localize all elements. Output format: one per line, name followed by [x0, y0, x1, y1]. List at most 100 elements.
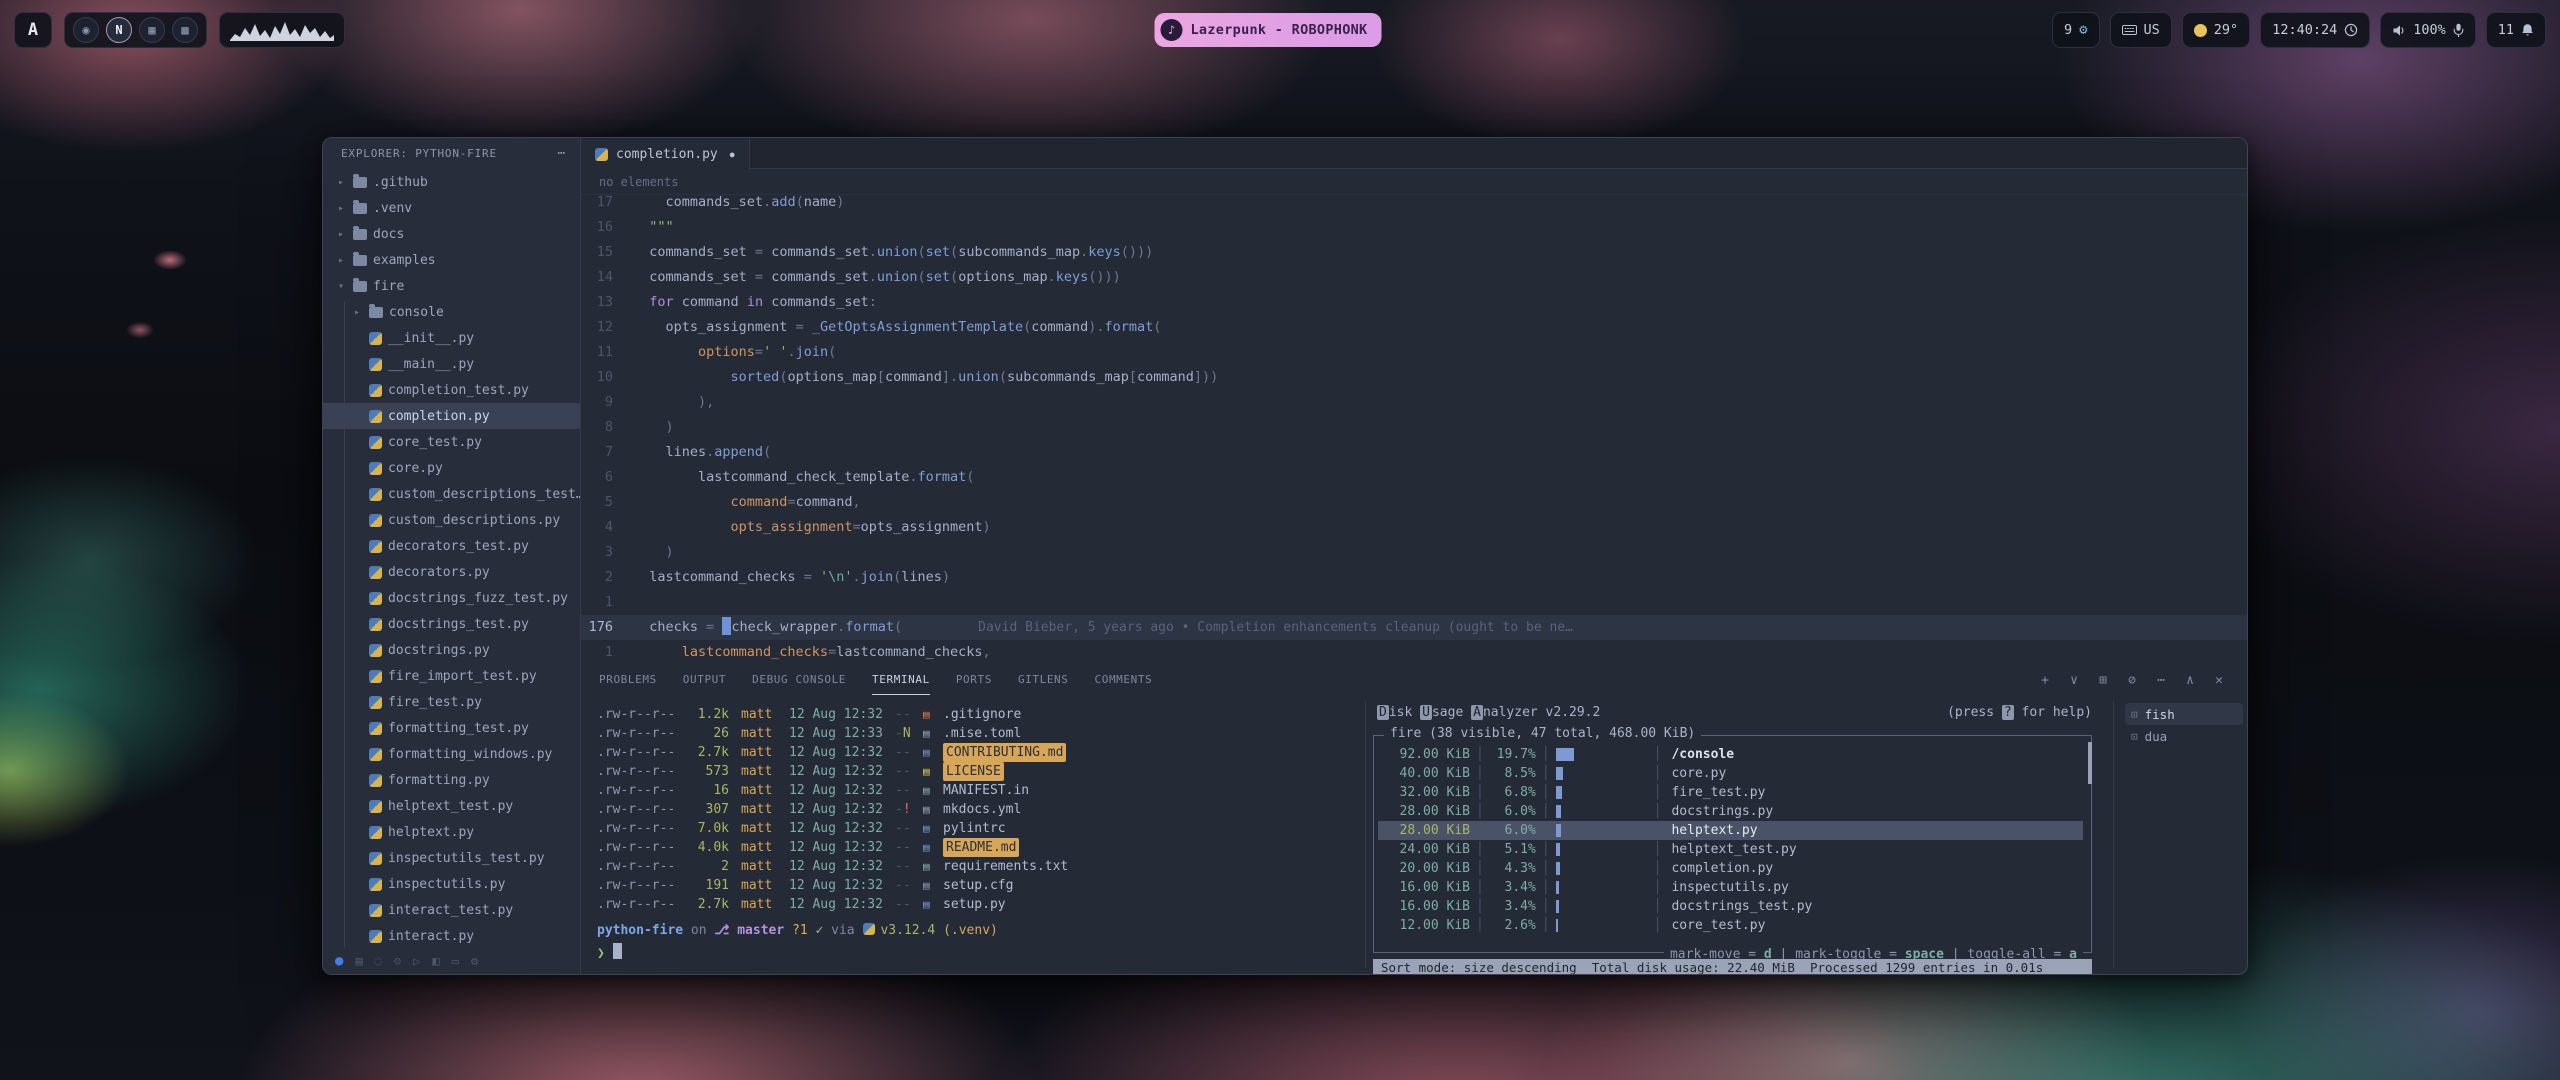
- tree-item-custom_descriptions.py[interactable]: custom_descriptions.py: [323, 507, 580, 533]
- tab-completion-py[interactable]: completion.py ●: [581, 139, 750, 170]
- terminal-instance-fish[interactable]: ⊡fish: [2125, 703, 2243, 725]
- tree-item-console[interactable]: ▸console: [323, 299, 580, 325]
- tree-item-inspectutils.py[interactable]: inspectutils.py: [323, 871, 580, 897]
- workspace-button-1[interactable]: ◉: [73, 17, 99, 43]
- panel-tab-bar: PROBLEMS OUTPUT DEBUG CONSOLE TERMINAL PORTS…: [581, 665, 2247, 695]
- panel-tab-gitlens[interactable]: GITLENS: [1018, 665, 1069, 695]
- keyboard-layout-widget[interactable]: US: [2110, 12, 2172, 48]
- tree-item-docs[interactable]: ▸docs: [323, 221, 580, 247]
- dua-row[interactable]: 16.00 KiB│3.4%││docstrings_test.py: [1378, 897, 2083, 916]
- terminal-icon[interactable]: ▭: [452, 954, 459, 968]
- tree-item-completion_test.py[interactable]: completion_test.py: [323, 377, 580, 403]
- tree-item-.github[interactable]: ▸.github: [323, 169, 580, 195]
- tree-item-docstrings_fuzz_test.py[interactable]: docstrings_fuzz_test.py: [323, 585, 580, 611]
- disk-usage-analyzer-pane[interactable]: Disk Usage Analyzer v2.29.2 (press ? for…: [1373, 695, 2096, 975]
- account-icon[interactable]: ●: [335, 953, 343, 969]
- panel-tab-comments[interactable]: COMMENTS: [1095, 665, 1153, 695]
- tree-item-interact.py[interactable]: interact.py: [323, 923, 580, 948]
- dua-row[interactable]: 24.00 KiB│5.1%││helptext_test.py: [1378, 840, 2083, 859]
- panel-tab-terminal[interactable]: TERMINAL: [872, 665, 930, 695]
- workspace-button-4[interactable]: ▩: [172, 17, 198, 43]
- tree-item-fire_import_test.py[interactable]: fire_import_test.py: [323, 663, 580, 689]
- terminal-shell-pane[interactable]: .rw-r--r--1.2kmatt12 Aug 12:32--▤.gitign…: [597, 705, 1357, 962]
- new-terminal-icon[interactable]: +: [2035, 673, 2055, 688]
- dua-row[interactable]: 28.00 KiB│6.0%││helptext.py: [1378, 821, 2083, 840]
- tree-item-core_test.py[interactable]: core_test.py: [323, 429, 580, 455]
- source-control-icon[interactable]: ⊝: [394, 954, 401, 968]
- tree-item-.venv[interactable]: ▸.venv: [323, 195, 580, 221]
- kill-terminal-icon[interactable]: ⊘: [2122, 673, 2142, 688]
- tree-item-docstrings_test.py[interactable]: docstrings_test.py: [323, 611, 580, 637]
- folder-icon: [353, 229, 367, 240]
- tree-item-formatting_windows.py[interactable]: formatting_windows.py: [323, 741, 580, 767]
- line-number: 13: [581, 290, 633, 315]
- tree-item-helptext_test.py[interactable]: helptext_test.py: [323, 793, 580, 819]
- split-terminal-icon[interactable]: ⊞: [2093, 673, 2113, 688]
- line-number: 176: [581, 615, 633, 640]
- dua-row[interactable]: 20.00 KiB│4.3%││completion.py: [1378, 859, 2083, 878]
- workspace-button-2[interactable]: N: [106, 17, 132, 43]
- bar-fill: [1556, 919, 1558, 932]
- volume-widget[interactable]: 100%: [2380, 12, 2476, 48]
- modified-dot-icon[interactable]: ●: [730, 150, 735, 159]
- search-icon[interactable]: ◌: [375, 954, 382, 968]
- media-player-widget[interactable]: ♪ Lazerpunk - ROBOPHONK: [1155, 13, 1382, 47]
- breadcrumb[interactable]: no elements: [581, 169, 2247, 195]
- settings-icon[interactable]: ⚙: [471, 954, 478, 968]
- tree-item-docstrings.py[interactable]: docstrings.py: [323, 637, 580, 663]
- tree-item-__init__.py[interactable]: __init__.py: [323, 325, 580, 351]
- code-token: command: [633, 494, 787, 510]
- panel-tab-output[interactable]: OUTPUT: [683, 665, 726, 695]
- line-content: lastcommand_checks=lastcommand_checks,: [633, 640, 991, 665]
- tree-item-custom_descriptions_test[interactable]: custom_descriptions_test…: [323, 481, 580, 507]
- tree-item-fire[interactable]: ▾fire: [323, 273, 580, 299]
- panel-tab-debug-console[interactable]: DEBUG CONSOLE: [752, 665, 846, 695]
- tree-item-core.py[interactable]: core.py: [323, 455, 580, 481]
- panel-tab-ports[interactable]: PORTS: [956, 665, 992, 695]
- explorer-icon[interactable]: ▤: [355, 954, 362, 968]
- extensions-icon[interactable]: ◧: [432, 954, 439, 968]
- tree-item-completion.py[interactable]: completion.py: [323, 403, 580, 429]
- workspace-button-3[interactable]: ▦: [139, 17, 165, 43]
- entry-bar: [1556, 862, 1648, 875]
- tree-item-interact_test.py[interactable]: interact_test.py: [323, 897, 580, 923]
- clock-widget[interactable]: 12:40:24: [2260, 12, 2370, 48]
- tree-item-inspectutils_test.py[interactable]: inspectutils_test.py: [323, 845, 580, 871]
- tree-item-helptext.py[interactable]: helptext.py: [323, 819, 580, 845]
- tree-item-examples[interactable]: ▸examples: [323, 247, 580, 273]
- notifications-widget[interactable]: 11: [2486, 12, 2546, 48]
- file-name: mkdocs.yml: [943, 800, 1021, 819]
- code-token: =: [755, 269, 771, 285]
- tree-item-formatting.py[interactable]: formatting.py: [323, 767, 580, 793]
- updates-widget[interactable]: 9 ⚙: [2052, 12, 2100, 48]
- dua-row[interactable]: 16.00 KiB│3.4%││inspectutils.py: [1378, 878, 2083, 897]
- file-permissions: .rw-r--r--: [597, 857, 685, 876]
- terminal-profile-dropdown-icon[interactable]: ∨: [2064, 673, 2084, 688]
- tree-item-formatting_test.py[interactable]: formatting_test.py: [323, 715, 580, 741]
- chevron-right-icon: ▸: [335, 229, 347, 240]
- close-panel-icon[interactable]: ✕: [2209, 673, 2229, 688]
- panel-tab-problems[interactable]: PROBLEMS: [599, 665, 657, 695]
- file-date: 12 Aug 12:32: [789, 762, 895, 781]
- dua-row[interactable]: 32.00 KiB│6.8%││fire_test.py: [1378, 783, 2083, 802]
- tree-item-fire_test.py[interactable]: fire_test.py: [323, 689, 580, 715]
- weather-widget[interactable]: 29°: [2182, 12, 2250, 48]
- more-actions-icon[interactable]: ⋯: [2151, 673, 2171, 688]
- tree-item-__main__.py[interactable]: __main__.py: [323, 351, 580, 377]
- tree-item-decorators_test.py[interactable]: decorators_test.py: [323, 533, 580, 559]
- dua-row[interactable]: 40.00 KiB│8.5%││core.py: [1378, 764, 2083, 783]
- scrollbar-thumb[interactable]: [2088, 742, 2092, 784]
- code-token: ].: [942, 369, 958, 385]
- more-actions-icon[interactable]: ⋯: [557, 146, 566, 161]
- dua-row[interactable]: 92.00 KiB│19.7%││/console: [1378, 745, 2083, 764]
- run-debug-icon[interactable]: ▷: [413, 954, 420, 968]
- dua-row[interactable]: 28.00 KiB│6.0%││docstrings.py: [1378, 802, 2083, 821]
- tree-item-decorators.py[interactable]: decorators.py: [323, 559, 580, 585]
- system-graph-widget[interactable]: [219, 12, 345, 48]
- file-label: decorators.py: [388, 565, 490, 580]
- launcher-button[interactable]: A: [14, 12, 52, 48]
- maximize-panel-icon[interactable]: ∧: [2180, 673, 2200, 688]
- terminal-instance-dua[interactable]: ⊡dua: [2125, 725, 2243, 747]
- code-editor[interactable]: 17 commands_set.add(name)16 """15 comman…: [581, 195, 2247, 665]
- dua-row[interactable]: 12.00 KiB│2.6%││core_test.py: [1378, 916, 2083, 935]
